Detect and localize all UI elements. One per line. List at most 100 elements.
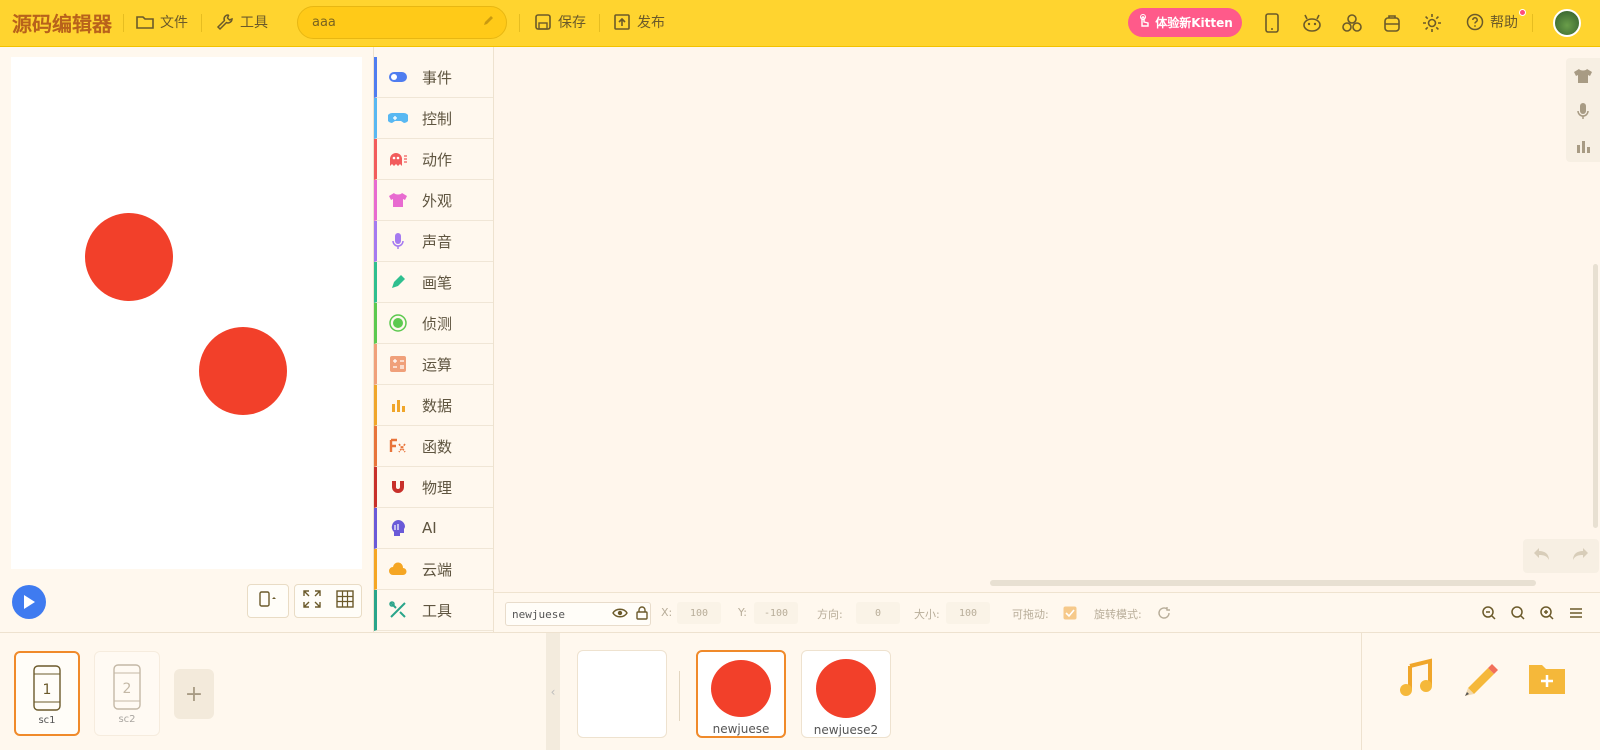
undo-icon[interactable] [1533,547,1551,565]
zoom-in-icon[interactable] [1536,602,1558,624]
tools-icon [388,600,408,620]
sprite-card-newjuese[interactable]: newjuese [696,650,786,738]
size-label: 大小: [914,608,940,621]
publish-button[interactable]: 发布 [613,0,665,44]
file-menu[interactable]: 文件 [136,0,188,44]
direction-value[interactable]: 0 [856,602,900,624]
category-2[interactable]: 动作 [374,139,493,180]
scene-card-sc2[interactable]: 2 sc2 [94,651,160,736]
category-3[interactable]: 外观 [374,180,493,221]
category-label: 云端 [422,560,453,579]
tablet-icon[interactable] [1260,11,1284,35]
tools-menu[interactable]: 工具 [216,0,268,44]
stage-canvas[interactable] [11,57,362,569]
zoom-reset-icon[interactable] [1507,602,1529,624]
project-name-field[interactable] [297,6,507,39]
category-12[interactable]: 云端 [374,549,493,590]
app-logo[interactable]: 源码编辑器 [12,0,112,44]
folder-icon [136,14,154,30]
category-label: 侦测 [422,314,453,333]
help-menu[interactable]: 帮助 [1466,0,1518,44]
category-10[interactable]: 物理 [374,467,493,508]
redo-icon[interactable] [1571,547,1589,565]
divider [1532,14,1533,32]
y-value[interactable]: -100 [754,602,798,624]
wrench-icon [216,13,234,31]
zoom-out-icon[interactable] [1478,602,1500,624]
device-select-button[interactable] [247,584,289,618]
draggable-checkbox[interactable] [1059,602,1081,624]
gamepad-icon [388,108,408,128]
undo-redo-group [1523,539,1599,573]
save-button[interactable]: 保存 [534,0,586,44]
category-1[interactable]: 控制 [374,98,493,139]
collaboration-icon[interactable] [1340,11,1364,35]
fullscreen-icon[interactable] [302,590,321,612]
grid-icon[interactable] [335,590,354,612]
publish-label: 发布 [637,15,665,31]
backpack-icon[interactable] [1380,11,1404,35]
asset-tools-panel [1361,633,1600,750]
category-7[interactable]: 运算 [374,344,493,385]
divider [599,14,600,32]
vertical-scrollbar[interactable] [1593,264,1598,528]
size-value[interactable]: 100 [946,602,990,624]
category-label: 事件 [422,68,453,87]
bottom-panel: 1 sc1 2 sc2 + ‹ newjuese newjuese2 [0,632,1600,750]
hand-icon [1137,14,1151,31]
category-9[interactable]: 函数 [374,426,493,467]
scene-label: sc1 [38,715,56,726]
background-card[interactable] [577,650,667,738]
workspace-side-tools [1566,58,1600,162]
rotate-icon[interactable] [1153,602,1175,624]
project-name-input[interactable] [312,15,462,30]
music-icon[interactable] [1396,658,1436,702]
eye-icon[interactable] [609,602,631,624]
microphone-icon[interactable] [1566,93,1600,128]
divider [123,14,124,32]
sprite-card-newjuese2[interactable]: newjuese2 [801,650,891,738]
add-folder-icon[interactable] [1528,660,1566,700]
divider [519,14,520,32]
horizontal-scrollbar[interactable] [990,580,1536,586]
paint-pencil-icon[interactable] [1460,658,1500,702]
category-label: 画笔 [422,273,453,292]
shirt-icon[interactable] [1566,58,1600,93]
category-4[interactable]: 声音 [374,221,493,262]
sprite-thumbnail [711,660,771,717]
try-kitten-button[interactable]: 体验新Kitten [1128,8,1242,37]
scene-label: sc2 [118,714,136,725]
rotation-mode-label: 旋转模式: [1094,608,1142,621]
lock-icon[interactable] [631,602,653,624]
sprite-newjuese2[interactable] [199,327,287,415]
code-workspace[interactable] [494,47,1600,592]
category-8[interactable]: 数据 [374,385,493,426]
category-0[interactable]: 事件 [374,57,493,98]
menu-icon[interactable] [1565,602,1587,624]
x-value[interactable]: 100 [677,602,721,624]
y-label: Y: [738,606,747,619]
help-label: 帮助 [1490,15,1518,31]
category-6[interactable]: 侦测 [374,303,493,344]
sprite-properties-bar: newjuese X: 100 Y: -100 方向: 0 大小: 100 可拖… [494,592,1600,632]
scene-number: 1 [43,682,52,698]
phone-icon [258,590,278,612]
sprite-thumbnail [816,659,876,718]
microphone-icon [388,231,408,251]
category-11[interactable]: AI [374,508,493,549]
settings-icon[interactable] [1420,11,1444,35]
add-scene-button[interactable]: + [174,669,214,719]
radar-icon [388,313,408,333]
calculator-icon [388,354,408,374]
play-button[interactable] [12,585,46,619]
user-avatar[interactable] [1553,9,1581,37]
category-5[interactable]: 画笔 [374,262,493,303]
scene-card-sc1[interactable]: 1 sc1 [14,651,80,736]
creature-icon[interactable] [1300,11,1324,35]
category-label: 声音 [422,232,453,251]
tools-menu-label: 工具 [240,15,268,31]
category-13[interactable]: 工具 [374,590,493,631]
collapse-panel-toggle[interactable]: ‹ [546,633,560,750]
bar-chart-icon[interactable] [1566,128,1600,163]
sprite-newjuese[interactable] [85,213,173,301]
